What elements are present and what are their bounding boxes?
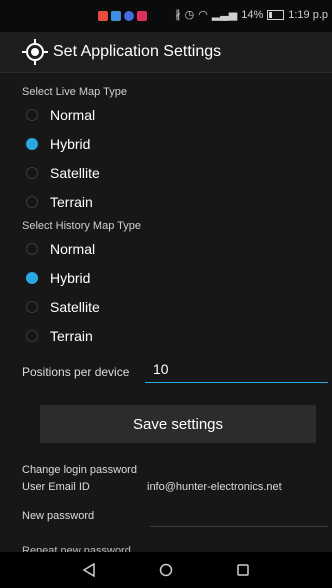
app-bar: Set Application Settings	[0, 32, 332, 73]
location-target-icon	[22, 39, 48, 65]
signal-icon: ▂▃▅	[211, 9, 238, 21]
new-password-input[interactable]	[150, 506, 328, 527]
radio-button[interactable]	[26, 109, 38, 121]
live-map-option-satellite[interactable]: Satellite	[26, 162, 100, 184]
app-notification-icon	[124, 11, 134, 21]
history-map-option-normal[interactable]: Normal	[26, 238, 95, 260]
positions-per-device-input[interactable]: 10	[145, 356, 328, 383]
bluetooth-icon: ∦	[175, 9, 181, 21]
positions-per-device-label: Positions per device	[22, 365, 130, 379]
history-map-option-hybrid[interactable]: Hybrid	[26, 267, 90, 289]
back-triangle-icon[interactable]	[79, 560, 99, 580]
radio-button[interactable]	[26, 243, 38, 255]
status-time: 1:19 p.p	[288, 8, 328, 21]
radio-button[interactable]	[26, 330, 38, 342]
new-password-label: New password	[22, 510, 95, 522]
save-settings-label: Save settings	[132, 415, 224, 433]
radio-button[interactable]	[26, 196, 38, 208]
history-map-option-satellite[interactable]: Satellite	[26, 296, 100, 318]
radio-label: Satellite	[50, 165, 100, 181]
positions-per-device-value: 10	[153, 361, 169, 377]
system-nav-bar	[0, 552, 332, 588]
radio-label: Normal	[50, 241, 96, 257]
radio-label: Hybrid	[50, 136, 91, 152]
live-map-option-normal[interactable]: Normal	[26, 104, 95, 126]
radio-button-selected[interactable]	[26, 272, 38, 284]
save-settings-button[interactable]: Save settings	[40, 405, 316, 443]
battery-icon	[267, 9, 285, 20]
user-email-label: User Email ID	[22, 481, 90, 493]
status-icons: ∦ ◷ ◠ ▂▃▅ 14% 1:19 p.p	[175, 8, 328, 22]
app-notification-icon	[98, 11, 108, 21]
live-map-option-hybrid[interactable]: Hybrid	[26, 133, 90, 155]
radio-label: Satellite	[50, 299, 100, 315]
radio-label: Normal	[50, 107, 96, 123]
radio-label: Terrain	[50, 328, 93, 344]
change-password-heading: Change login password	[22, 464, 137, 476]
history-map-type-label: Select History Map Type	[22, 220, 142, 232]
radio-button-selected[interactable]	[26, 138, 38, 150]
radio-label: Terrain	[50, 194, 93, 210]
app-notification-icon	[111, 11, 121, 21]
radio-button[interactable]	[26, 167, 38, 179]
page-title: Set Application Settings	[53, 43, 222, 60]
radio-label: Hybrid	[50, 270, 91, 286]
user-email-value: info@hunter-electronics.net	[147, 481, 282, 493]
home-circle-icon[interactable]	[156, 560, 176, 580]
live-map-type-label: Select Live Map Type	[22, 86, 127, 98]
app-notification-icon	[137, 11, 147, 21]
history-map-option-terrain[interactable]: Terrain	[26, 325, 93, 347]
alarm-icon: ◷	[184, 9, 195, 21]
battery-text: 14%	[241, 8, 264, 21]
status-bar: ∦ ◷ ◠ ▂▃▅ 14% 1:19 p.p	[0, 0, 332, 32]
recents-square-icon[interactable]	[233, 560, 253, 580]
wifi-icon: ◠	[198, 9, 208, 21]
radio-button[interactable]	[26, 301, 38, 313]
live-map-option-terrain[interactable]: Terrain	[26, 191, 93, 213]
